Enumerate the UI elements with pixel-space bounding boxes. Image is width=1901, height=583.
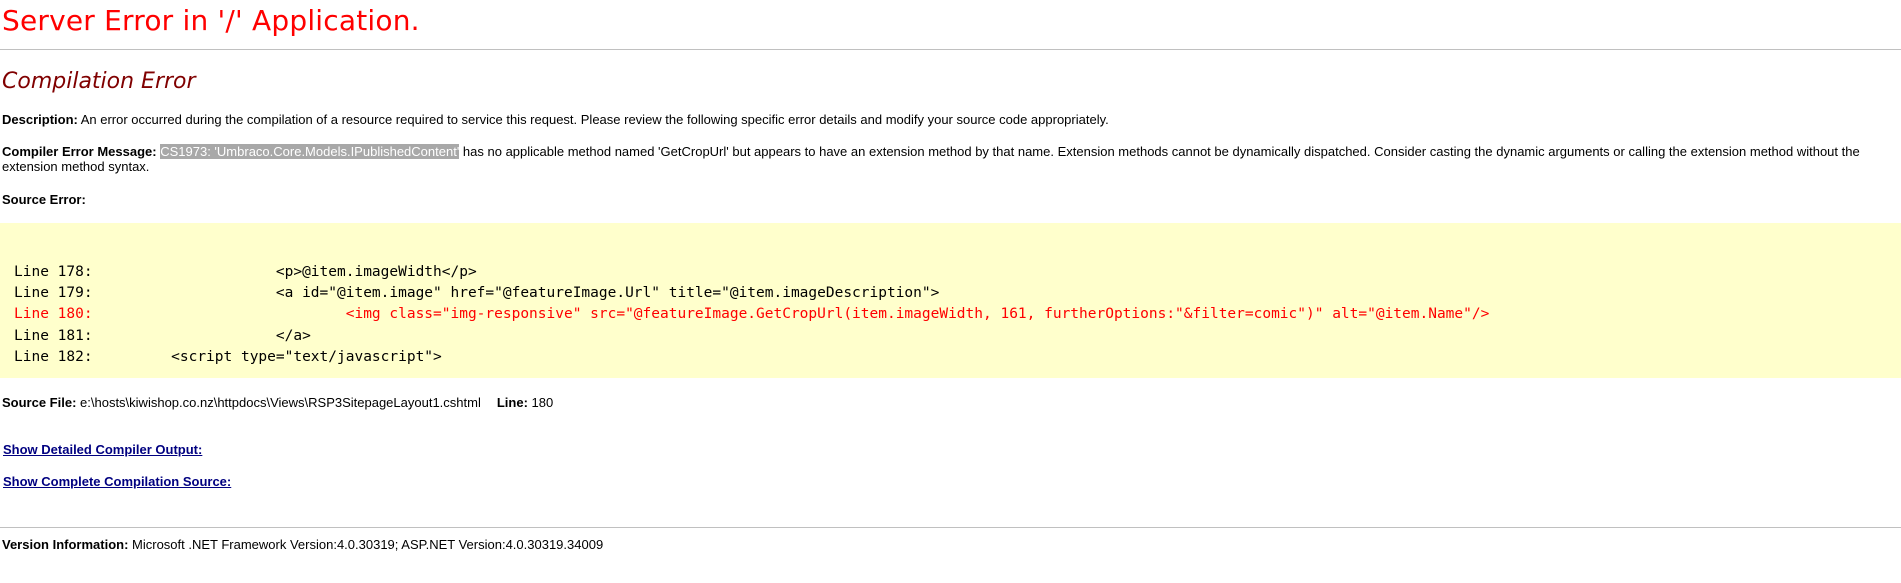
version-text: Microsoft .NET Framework Version:4.0.303… <box>128 537 604 552</box>
code-line-error: Line 180: <img class="img-responsive" sr… <box>14 306 1490 322</box>
page-title: Server Error in '/' Application. <box>2 4 420 37</box>
compiler-message-label: Compiler Error Message: <box>2 144 157 159</box>
source-error-label: Source Error: <box>2 192 86 207</box>
code-line: Line 179: <a id="@item.image" href="@fea… <box>14 285 940 301</box>
source-file-info: Source File: e:\hosts\kiwishop.co.nz\htt… <box>2 395 1897 410</box>
line-number: 180 <box>527 395 554 410</box>
error-type-title: Compilation Error <box>2 69 196 94</box>
compiler-error-message: Compiler Error Message: CS1973: 'Umbraco… <box>2 144 1897 174</box>
show-detailed-compiler-output-link[interactable]: Show Detailed Compiler Output: <box>3 442 202 457</box>
source-code-box: Line 178: <p>@item.imageWidth</p> Line 1… <box>0 223 1901 378</box>
version-information: Version Information: Microsoft .NET Fram… <box>2 537 1897 552</box>
description-label: Description: <box>2 112 78 127</box>
top-divider <box>0 49 1901 50</box>
description: Description: An error occurred during th… <box>2 112 1897 127</box>
source-file-path: e:\hosts\kiwishop.co.nz\httpdocs\Views\R… <box>76 395 481 410</box>
source-file-label: Source File: <box>2 395 77 410</box>
selected-error-code[interactable]: CS1973: 'Umbraco.Core.Models.IPublishedC… <box>160 144 460 159</box>
code-line: Line 182: <script type="text/javascript"… <box>14 349 442 365</box>
line-label: Line: <box>496 395 528 410</box>
description-text: An error occurred during the compilation… <box>77 112 1109 127</box>
code-line: Line 178: <p>@item.imageWidth</p> <box>14 264 477 280</box>
show-complete-compilation-source-link[interactable]: Show Complete Compilation Source: <box>3 474 231 489</box>
code-line: Line 181: </a> <box>14 328 311 344</box>
version-label: Version Information: <box>2 537 129 552</box>
bottom-divider <box>0 527 1901 528</box>
source-error-heading: Source Error: <box>2 192 1897 207</box>
